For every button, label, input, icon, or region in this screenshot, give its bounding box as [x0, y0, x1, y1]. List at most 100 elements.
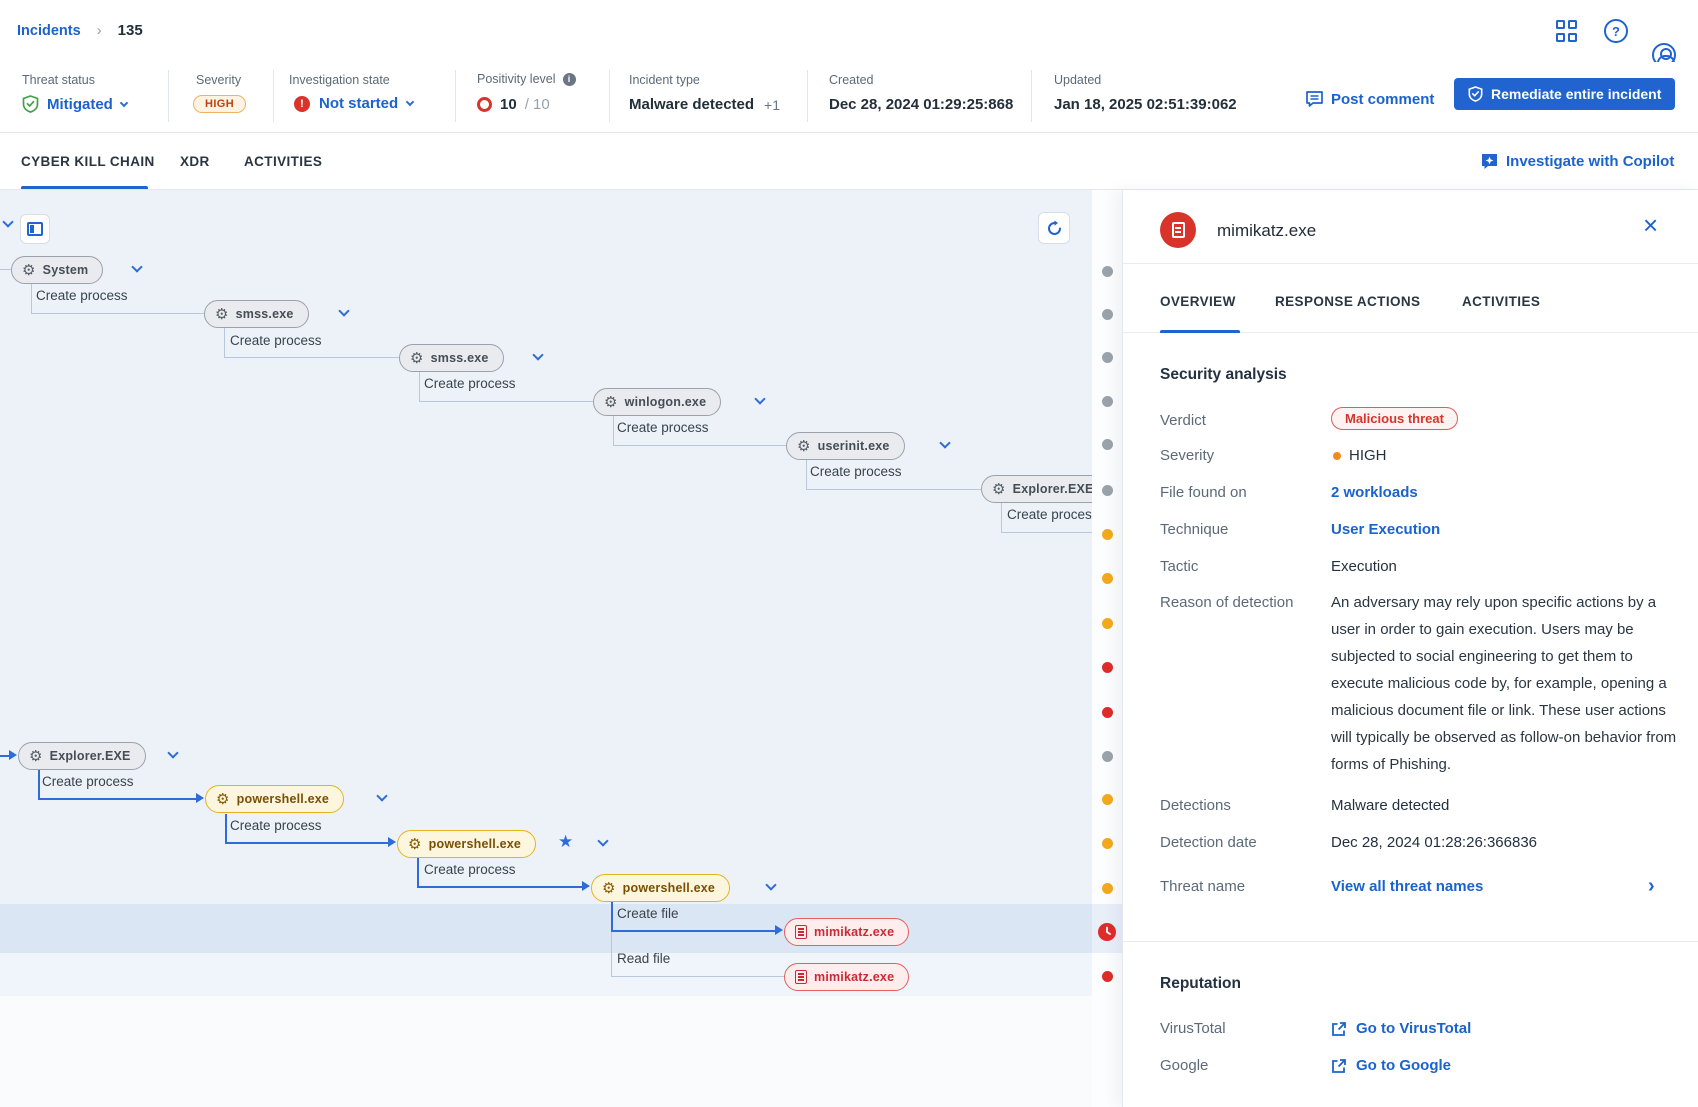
edge-arrow-icon [196, 793, 204, 803]
technique-link[interactable]: User Execution [1331, 521, 1440, 538]
severity-dot-icon [1333, 452, 1341, 460]
reason-of-detection-label: Reason of detection [1160, 594, 1293, 611]
investigate-with-copilot-button[interactable]: Investigate with Copilot [1480, 152, 1674, 171]
shield-check-icon [1468, 86, 1483, 102]
event-dot[interactable] [1102, 794, 1113, 805]
malicious-file-icon [1160, 212, 1196, 248]
expand-chevron-icon[interactable] [597, 835, 608, 846]
selected-row-highlight [0, 904, 1092, 953]
event-dot[interactable] [1102, 529, 1113, 540]
expand-chevron-icon[interactable] [765, 879, 776, 890]
panel-tab-response-actions[interactable]: RESPONSE ACTIONS [1275, 294, 1420, 309]
event-dot[interactable] [1102, 266, 1113, 277]
external-link-icon [1331, 1021, 1347, 1037]
active-tab-underline [21, 186, 148, 189]
expand-chevron-icon[interactable] [939, 437, 950, 448]
chevron-right-icon[interactable]: › [1648, 875, 1655, 898]
file-icon [795, 970, 807, 984]
edge-arrow-icon [9, 750, 17, 760]
process-node-winlogon[interactable]: ⚙winlogon.exe [593, 388, 721, 416]
file-node-mimikatz-2[interactable]: mimikatz.exe [784, 963, 909, 991]
divider [1123, 941, 1698, 942]
apps-grid-icon[interactable] [1556, 20, 1578, 42]
edge-label: Create process [810, 464, 902, 479]
edge-label: Create process [230, 818, 322, 833]
shield-check-icon [22, 95, 39, 113]
expand-chevron-icon[interactable] [754, 393, 765, 404]
panel-tab-overview[interactable]: OVERVIEW [1160, 294, 1236, 309]
tab-activities[interactable]: ACTIVITIES [244, 154, 322, 169]
investigation-state-value[interactable]: ! Not started [294, 95, 413, 112]
process-node-explorer-clipped[interactable]: ⚙Explorer.EXE [981, 475, 1092, 503]
expand-chevron-icon[interactable] [167, 747, 178, 758]
virustotal-label: VirusTotal [1160, 1020, 1226, 1037]
updated-value: Jan 18, 2025 02:51:39:062 [1054, 96, 1237, 113]
detections-label: Detections [1160, 797, 1231, 814]
threat-status-value[interactable]: Mitigated [22, 95, 127, 113]
info-icon[interactable]: i [563, 73, 576, 86]
tab-cyber-kill-chain[interactable]: CYBER KILL CHAIN [21, 154, 155, 169]
help-icon[interactable]: ? [1604, 19, 1628, 43]
event-dot[interactable] [1102, 838, 1113, 849]
close-icon[interactable]: × [1643, 215, 1658, 235]
incident-summary-bar: Threat status Mitigated Severity HIGH In… [0, 62, 1698, 133]
event-dot[interactable] [1102, 396, 1113, 407]
process-node-smss[interactable]: ⚙smss.exe [204, 300, 309, 328]
event-dot[interactable] [1102, 485, 1113, 496]
expand-chevron-icon[interactable] [532, 349, 543, 360]
process-tree-canvas[interactable]: Create process Create process Create pro… [0, 190, 1092, 1107]
tab-xdr[interactable]: XDR [180, 154, 210, 169]
incident-type-value: Malware detected [629, 96, 754, 113]
remediate-incident-button[interactable]: Remediate entire incident [1454, 78, 1675, 110]
incident-type-extra-count[interactable]: +1 [764, 97, 780, 113]
expand-chevron-icon[interactable] [131, 261, 142, 272]
process-node-powershell-3[interactable]: ⚙powershell.exe [591, 874, 730, 902]
tactic-label: Tactic [1160, 558, 1198, 575]
detection-date-value: Dec 28, 2024 01:28:26:366836 [1331, 834, 1537, 851]
detection-date-label: Detection date [1160, 834, 1257, 851]
view-all-threat-names-link[interactable]: View all threat names [1331, 878, 1483, 895]
process-node-powershell[interactable]: ⚙powershell.exe [205, 785, 344, 813]
comment-icon [1305, 90, 1324, 108]
post-comment-button[interactable]: Post comment [1305, 90, 1434, 108]
go-to-google-link[interactable]: Go to Google [1356, 1057, 1451, 1074]
process-node-explorer[interactable]: ⚙Explorer.EXE [18, 742, 146, 770]
event-dot[interactable] [1102, 439, 1113, 450]
event-dot[interactable] [1102, 662, 1113, 673]
breadcrumb-incidents-link[interactable]: Incidents [17, 23, 81, 39]
active-tab-underline [1160, 330, 1240, 333]
gear-icon: ⚙ [408, 837, 422, 852]
alert-circle-icon: ! [294, 96, 310, 112]
toggle-panel-button[interactable] [20, 214, 50, 244]
file-node-mimikatz[interactable]: mimikatz.exe [784, 918, 909, 946]
reason-of-detection-text: An adversary may rely upon specific acti… [1331, 589, 1681, 778]
edge [0, 269, 11, 270]
process-node-system[interactable]: ⚙System [11, 256, 103, 284]
edge-label: Create process [1007, 507, 1092, 522]
process-node-smss-2[interactable]: ⚙smss.exe [399, 344, 504, 372]
event-dot[interactable] [1102, 971, 1113, 982]
process-node-userinit[interactable]: ⚙userinit.exe [786, 432, 905, 460]
event-dot[interactable] [1102, 618, 1113, 629]
bookmark-star-icon[interactable]: ★ [558, 832, 573, 852]
event-dot[interactable] [1102, 707, 1113, 718]
event-dot[interactable] [1102, 352, 1113, 363]
event-dot[interactable] [1102, 751, 1113, 762]
severity-badge: HIGH [193, 95, 246, 113]
event-dot[interactable] [1102, 883, 1113, 894]
process-node-powershell-2[interactable]: ⚙powershell.exe [397, 830, 536, 858]
selected-event-clock-icon[interactable] [1098, 923, 1116, 941]
workloads-link[interactable]: 2 workloads [1331, 484, 1418, 501]
breadcrumb-chevron-icon: › [97, 22, 102, 39]
refresh-button[interactable] [1038, 212, 1070, 244]
event-dot[interactable] [1102, 309, 1113, 320]
divider [1031, 70, 1032, 122]
expand-chevron-icon[interactable] [376, 790, 387, 801]
go-to-virustotal-link[interactable]: Go to VirusTotal [1356, 1020, 1471, 1037]
canvas-lower-area [0, 996, 1092, 1107]
expand-chevron-icon[interactable] [338, 305, 349, 316]
security-analysis-heading: Security analysis [1160, 366, 1287, 384]
event-dot[interactable] [1102, 573, 1113, 584]
collapse-tree-chevron-icon[interactable] [2, 216, 13, 227]
panel-tab-activities[interactable]: ACTIVITIES [1462, 294, 1540, 309]
